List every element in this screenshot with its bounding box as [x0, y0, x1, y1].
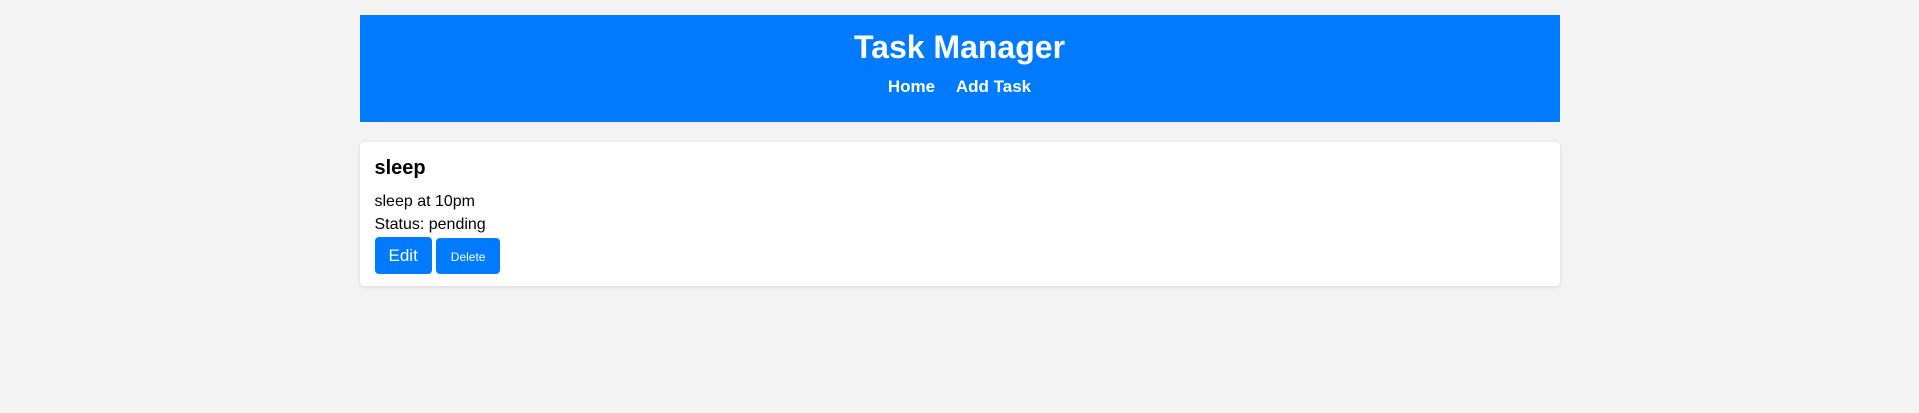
delete-button[interactable]: Delete [435, 237, 501, 274]
main-nav: Home Add Task [360, 77, 1560, 97]
task-status: Status: pending [374, 216, 486, 233]
task-title: sleep [374, 157, 426, 179]
edit-button[interactable]: Edit [374, 237, 432, 274]
app-title: Task Manager [853, 29, 1066, 65]
nav-add-task-link[interactable]: Add Task [956, 77, 1031, 96]
app-container: Task Manager Home Add Task sleep sleep a… [359, 15, 1560, 286]
task-description: sleep at 10pm [374, 193, 476, 210]
app-header: Task Manager Home Add Task [359, 15, 1560, 122]
task-list: sleep sleep at 10pm Status: pending Edit… [359, 142, 1560, 286]
task-actions: Edit Delete [374, 237, 1545, 274]
task-card: sleep sleep at 10pm Status: pending Edit… [359, 142, 1560, 286]
nav-home-link[interactable]: Home [888, 77, 935, 96]
